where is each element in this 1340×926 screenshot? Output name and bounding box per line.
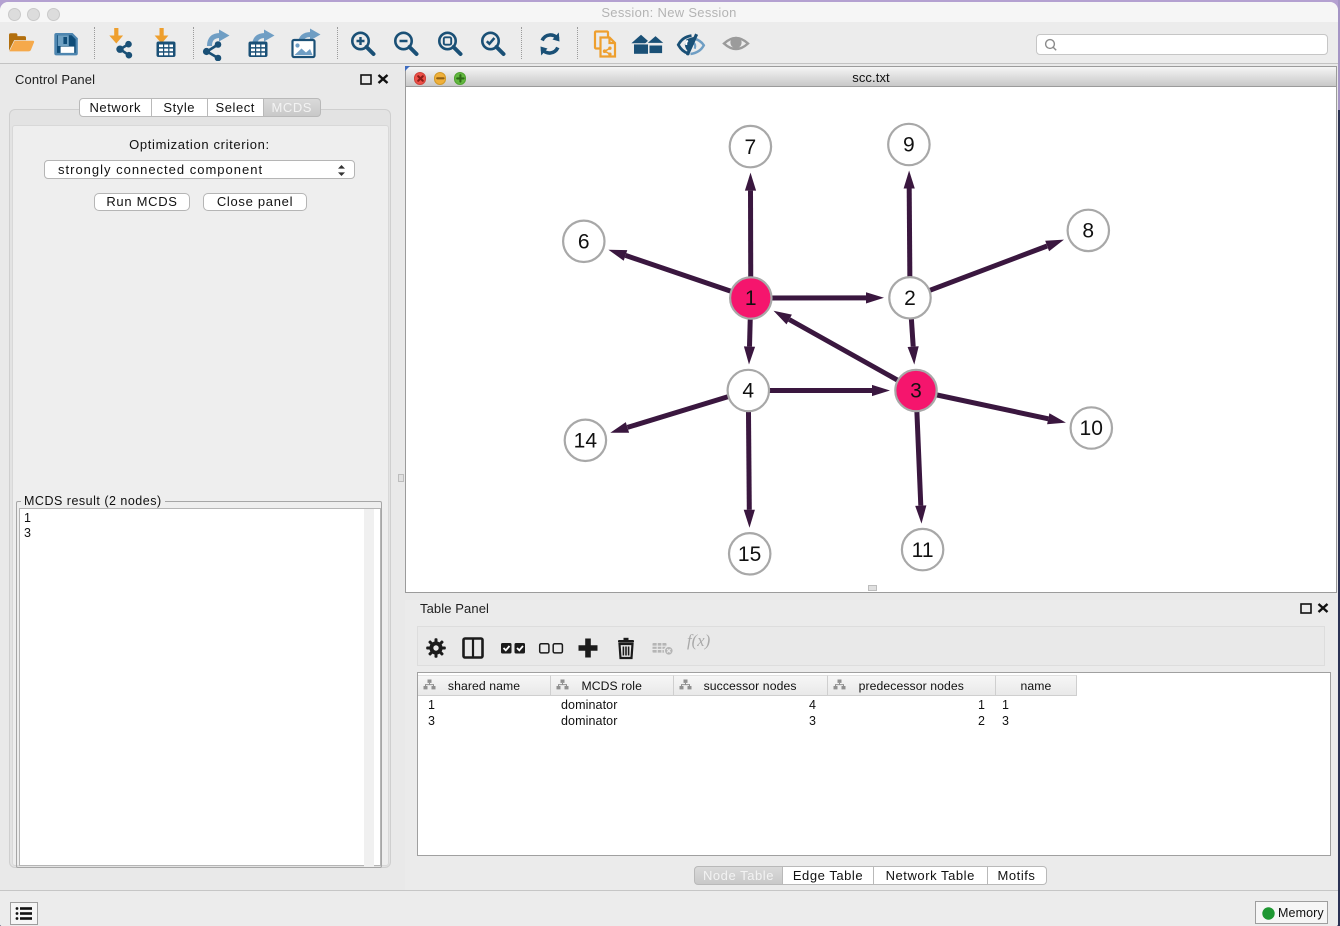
svg-text:4: 4 <box>742 380 754 403</box>
svg-text:10: 10 <box>1080 417 1104 440</box>
svg-text:11: 11 <box>912 539 934 562</box>
svg-text:9: 9 <box>903 134 915 157</box>
svg-text:7: 7 <box>745 136 757 159</box>
svg-text:6: 6 <box>578 231 590 254</box>
svg-text:14: 14 <box>574 430 598 453</box>
svg-text:3: 3 <box>910 380 922 403</box>
svg-text:15: 15 <box>738 543 762 566</box>
svg-text:8: 8 <box>1082 220 1094 243</box>
svg-text:1: 1 <box>745 287 757 310</box>
svg-text:2: 2 <box>904 287 916 310</box>
